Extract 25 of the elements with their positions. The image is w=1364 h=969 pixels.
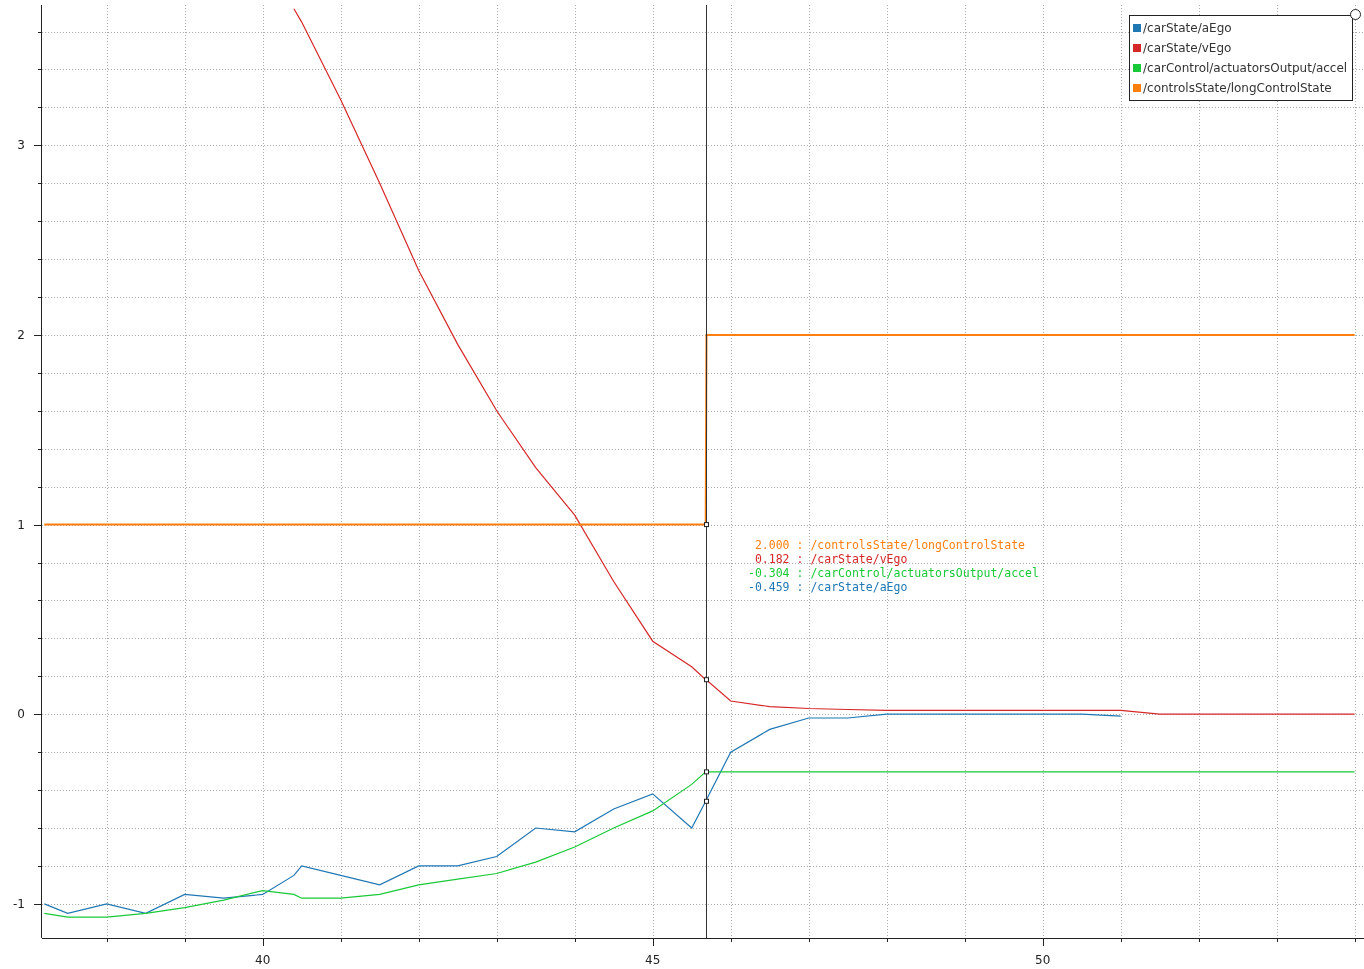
resize-handle[interactable] — [1350, 9, 1361, 20]
tracker-value: -0.459 : — [748, 580, 804, 594]
tracker-label: /carControl/actuatorsOutput/accel — [810, 566, 1039, 580]
axis-label: 2 — [17, 327, 25, 342]
cursor-point — [704, 798, 709, 804]
legend-label[interactable]: /controlsState/longControlState — [1143, 81, 1332, 95]
legend-label[interactable]: /carControl/actuatorsOutput/accel — [1143, 61, 1348, 75]
axis-label: 45 — [645, 953, 661, 967]
tracker-value: -0.304 : — [748, 566, 804, 580]
axis-label: 1 — [17, 517, 25, 532]
tracker-label: /carState/aEgo — [810, 580, 909, 594]
tracker-value: 2.000 : — [753, 538, 804, 552]
legend-label[interactable]: /carState/aEgo — [1143, 21, 1232, 35]
tracker-label: /controlsState/longControlState — [810, 538, 1027, 552]
tracker-label: /carState/vEgo — [810, 552, 909, 566]
axis-label: 50 — [1035, 953, 1051, 967]
cursor-point — [704, 522, 709, 528]
axis-label: 0 — [17, 707, 25, 722]
axis-label: -1 — [13, 896, 25, 911]
legend-label[interactable]: /carState/vEgo — [1143, 41, 1232, 55]
cursor-point — [704, 769, 709, 775]
tracker-value: 0.182 : — [753, 552, 804, 566]
cursor-point — [704, 677, 709, 683]
axis-label: 3 — [17, 138, 25, 153]
axis-label: 40 — [255, 953, 271, 967]
